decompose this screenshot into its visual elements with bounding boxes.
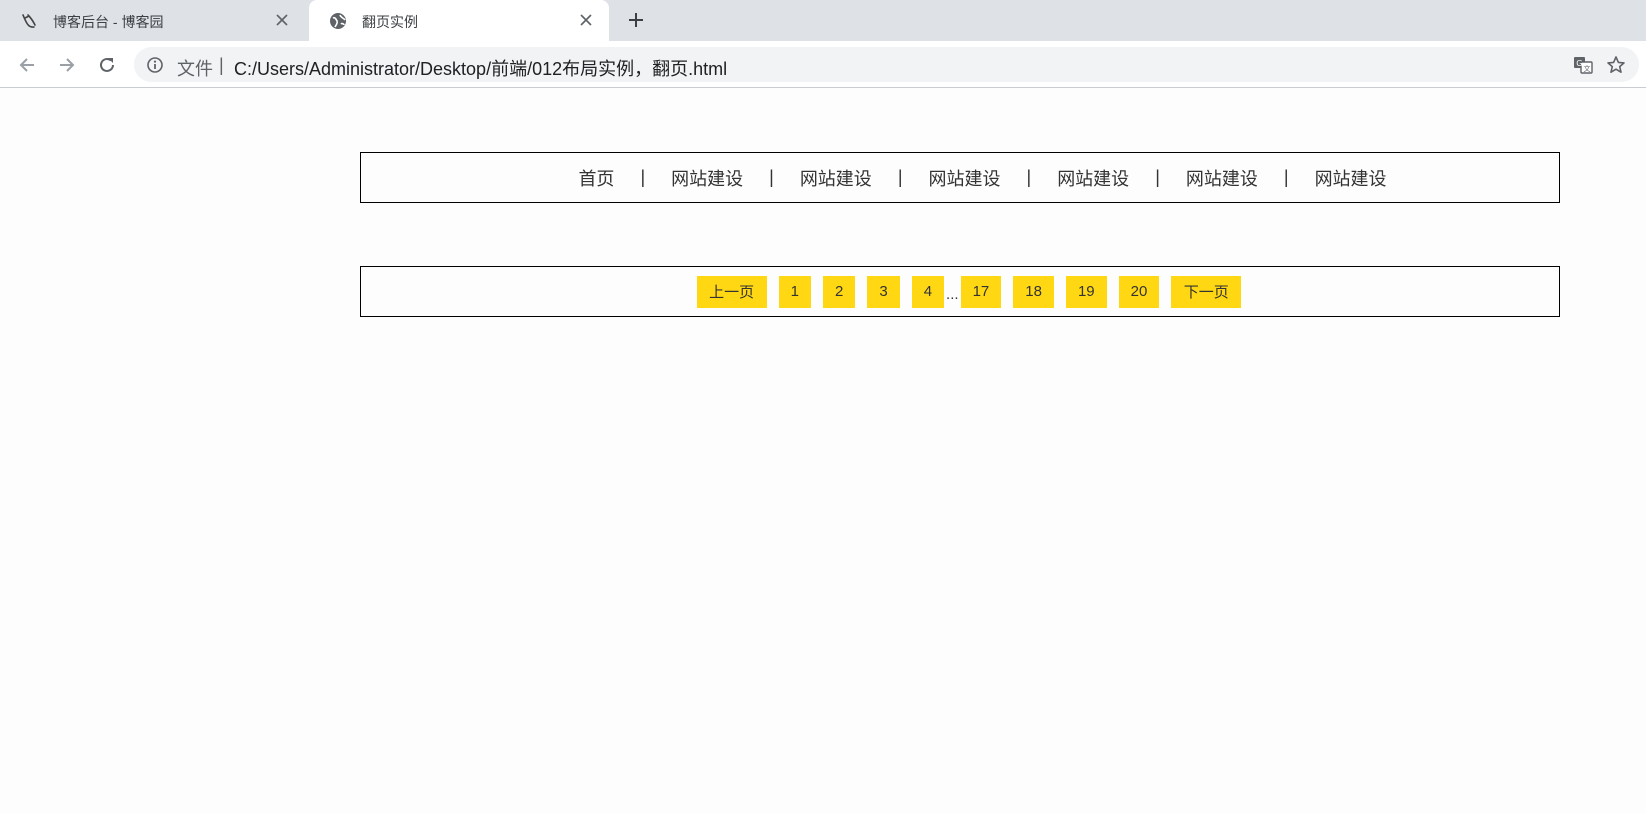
nav-item-website-build[interactable]: 网站建设: [1031, 165, 1155, 191]
close-icon[interactable]: [577, 11, 595, 29]
cnblogs-logo-icon: [20, 12, 38, 30]
browser-toolbar: 文件 | C:/Users/Administrator/Desktop/前端/0…: [0, 41, 1646, 88]
tab-title: 翻页实例: [362, 14, 418, 30]
arrow-right-icon: [60, 58, 75, 72]
nav-item-website-build[interactable]: 网站建设: [1160, 165, 1284, 191]
page-button-2[interactable]: 2: [823, 275, 856, 308]
nav-menu: 首页 | 网站建设 | 网站建设 | 网站建设 | 网站建设 | 网站建设 | …: [507, 165, 1412, 191]
pagination-ellipsis: ...: [946, 286, 959, 303]
page-button-19[interactable]: 19: [1065, 275, 1107, 308]
translate-icon[interactable]: G文: [1573, 55, 1593, 75]
globe-icon: [329, 12, 347, 30]
pagination-box: 上一页 1 2 3 4 ... 17 18 19 20 下一页: [360, 266, 1560, 317]
address-bar[interactable]: 文件 | C:/Users/Administrator/Desktop/前端/0…: [134, 47, 1639, 82]
nav-menu-box: 首页 | 网站建设 | 网站建设 | 网站建设 | 网站建设 | 网站建设 | …: [360, 152, 1560, 203]
close-icon[interactable]: [273, 11, 291, 29]
next-page-button[interactable]: 下一页: [1171, 275, 1242, 308]
page-button-17[interactable]: 17: [960, 275, 1002, 308]
info-icon[interactable]: [146, 56, 164, 74]
reload-button[interactable]: [95, 53, 119, 77]
reload-icon: [100, 57, 114, 72]
tab-title: 博客后台 - 博客园: [53, 14, 164, 30]
nav-item-website-build[interactable]: 网站建设: [645, 165, 769, 191]
plus-icon: [629, 13, 643, 27]
bookmark-star-icon[interactable]: [1605, 54, 1627, 76]
url-text[interactable]: C:/Users/Administrator/Desktop/前端/012布局实…: [234, 55, 727, 81]
nav-item-website-build[interactable]: 网站建设: [903, 165, 1027, 191]
forward-button[interactable]: [55, 53, 79, 77]
svg-text:文: 文: [1584, 64, 1591, 73]
svg-text:G: G: [1576, 59, 1582, 68]
arrow-left-icon: [19, 58, 34, 72]
page-button-1[interactable]: 1: [778, 275, 812, 308]
tab-strip: 博客后台 - 博客园 翻页实例: [0, 0, 1646, 41]
nav-item-website-build[interactable]: 网站建设: [774, 165, 898, 191]
back-button[interactable]: [15, 53, 39, 77]
page-button-4[interactable]: 4: [911, 275, 945, 308]
page-viewport: 首页 | 网站建设 | 网站建设 | 网站建设 | 网站建设 | 网站建设 | …: [0, 89, 1646, 814]
prev-page-button[interactable]: 上一页: [696, 275, 767, 308]
scheme-divider: |: [219, 55, 224, 75]
tab-pagination-example[interactable]: 翻页实例: [309, 0, 609, 41]
nav-item-home[interactable]: 首页: [552, 165, 640, 191]
new-tab-button[interactable]: [625, 9, 647, 31]
pagination: 上一页 1 2 3 4 ... 17 18 19 20 下一页: [673, 275, 1248, 308]
page-button-20[interactable]: 20: [1118, 275, 1160, 308]
nav-item-website-build[interactable]: 网站建设: [1289, 165, 1413, 191]
scheme-label: 文件: [177, 59, 213, 79]
page-button-18[interactable]: 18: [1013, 275, 1054, 308]
tab-blog-admin[interactable]: 博客后台 - 博客园: [0, 0, 307, 41]
page-button-3[interactable]: 3: [867, 275, 900, 308]
